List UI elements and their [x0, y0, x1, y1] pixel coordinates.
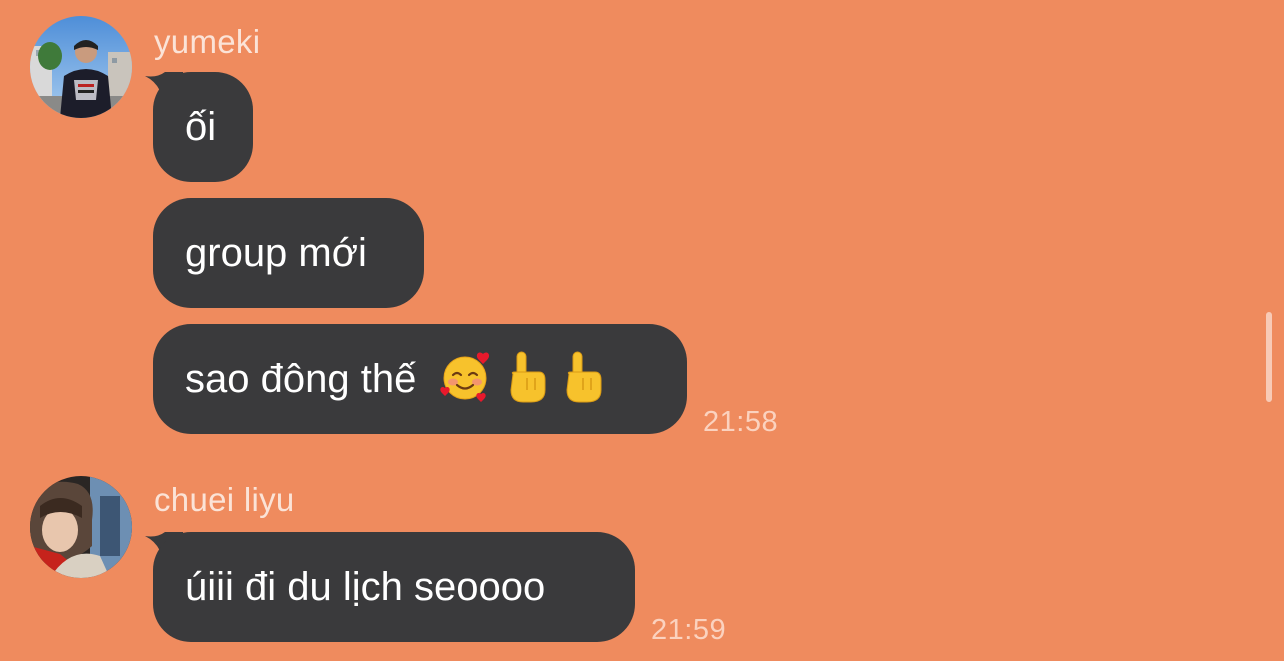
- message-timestamp: 21:58: [703, 406, 779, 438]
- message-bubble[interactable]: sao đông thế: [153, 324, 687, 434]
- message-bubble[interactable]: úiii đi du lịch seoooo: [153, 532, 635, 642]
- user-avatar-photo-icon: [30, 476, 132, 578]
- message-text: ối: [185, 105, 217, 149]
- message-bubble[interactable]: ối: [153, 72, 253, 182]
- scrollbar[interactable]: [1266, 312, 1272, 402]
- message-text: group mới: [185, 231, 367, 275]
- message-text: sao đông thế: [185, 357, 417, 401]
- avatar-chuei-liyu[interactable]: [30, 476, 132, 578]
- pointing-up-finger-icon: [566, 351, 602, 403]
- emoji-group: [439, 350, 605, 404]
- pointing-up-finger-icon: [510, 351, 546, 403]
- sender-name: chuei liyu: [154, 481, 295, 518]
- message-timestamp: 21:59: [651, 614, 727, 646]
- message-text: úiii đi du lịch seoooo: [185, 565, 546, 609]
- message-bubble[interactable]: group mới: [153, 198, 424, 308]
- user-avatar-photo-icon: [30, 16, 132, 118]
- chat-thread[interactable]: yumeki ối group mới sao đông thế 21:58 c…: [0, 0, 1284, 661]
- avatar-yumeki[interactable]: [30, 16, 132, 118]
- sender-name: yumeki: [154, 23, 261, 60]
- smiling-face-with-hearts-icon: [440, 352, 490, 403]
